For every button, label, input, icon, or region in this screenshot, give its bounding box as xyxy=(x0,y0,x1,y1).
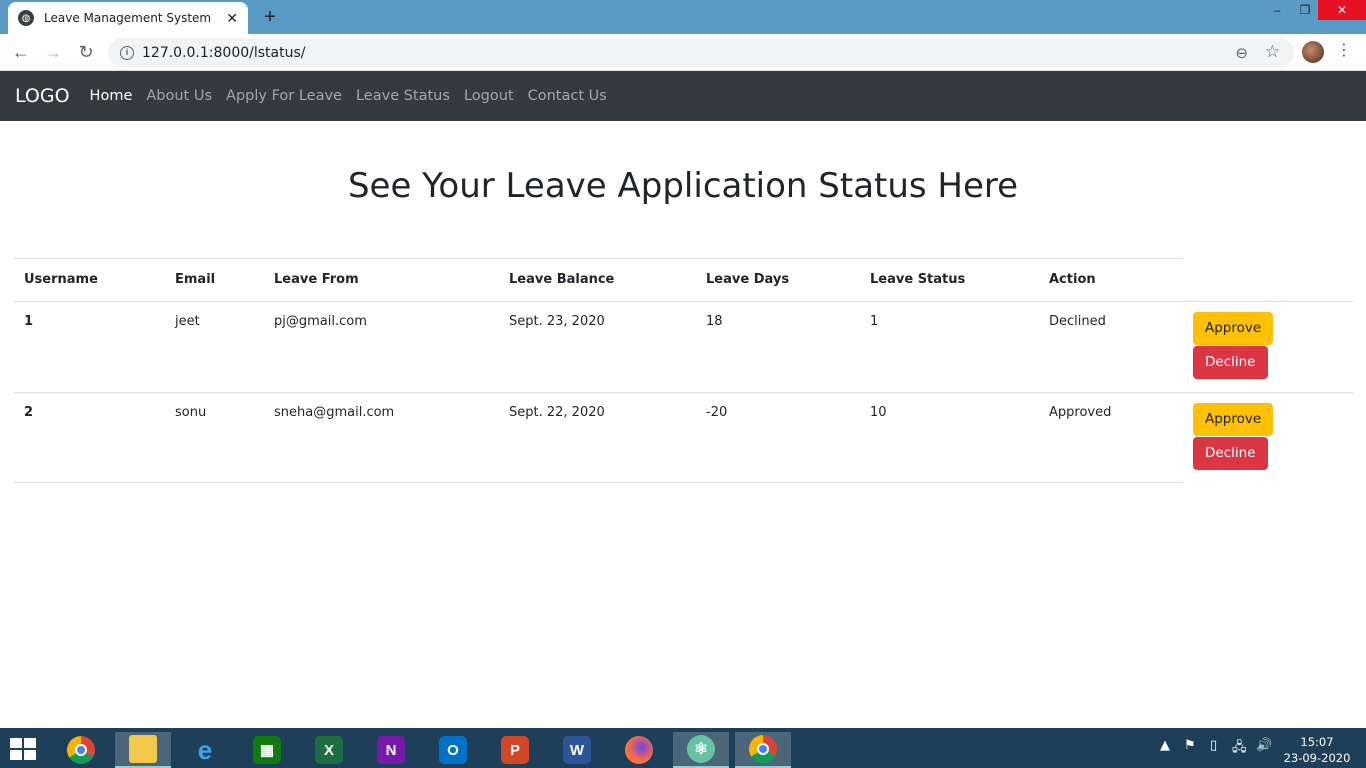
row-days: 10 xyxy=(860,392,1039,483)
chrome-icon[interactable] xyxy=(53,732,109,768)
firefox-icon[interactable] xyxy=(611,732,667,768)
row-email: sneha@gmail.com xyxy=(264,392,499,483)
nav-logout[interactable]: Logout xyxy=(464,88,514,104)
header-email: Email xyxy=(165,259,264,302)
network-icon[interactable]: 🖧 xyxy=(1232,738,1247,760)
row-days: 1 xyxy=(860,301,1039,393)
tray-flag-icon[interactable]: ⚑ xyxy=(1184,738,1196,753)
table-row: 2 sonu sneha@gmail.com Sept. 22, 2020 -2… xyxy=(14,392,1353,483)
row-username: sonu xyxy=(165,392,264,483)
back-icon[interactable]: ← xyxy=(9,40,33,64)
brand-logo[interactable]: LOGO xyxy=(15,85,70,107)
row-id: 1 xyxy=(14,301,165,393)
atom-icon[interactable]: ⚛ xyxy=(673,732,729,768)
file-explorer-icon[interactable] xyxy=(115,732,171,768)
header-username: Username xyxy=(14,259,165,302)
approve-button[interactable]: Approve xyxy=(1193,311,1274,345)
bookmark-star-icon[interactable]: ☆ xyxy=(1265,42,1280,62)
volume-icon[interactable]: 🔊 xyxy=(1256,738,1272,753)
row-email: pj@gmail.com xyxy=(264,301,499,393)
system-clock[interactable]: 15:07 23-09-2020 xyxy=(1282,734,1352,766)
url-text[interactable]: 127.0.0.1:8000/lstatus/ xyxy=(142,45,305,61)
row-balance: 18 xyxy=(696,301,860,393)
header-leave-status: Leave Status xyxy=(860,259,1039,302)
url-bar[interactable]: i 127.0.0.1:8000/lstatus/ ⊖ ☆ xyxy=(108,38,1294,67)
new-tab-button[interactable]: + xyxy=(258,5,282,29)
row-leave-from: Sept. 23, 2020 xyxy=(499,301,696,393)
nav-contact-us[interactable]: Contact Us xyxy=(528,88,607,104)
page-title: See Your Leave Application Status Here xyxy=(347,166,1019,206)
table-row: 1 jeet pj@gmail.com Sept. 23, 2020 18 1 … xyxy=(14,301,1353,393)
outlook-icon[interactable]: O xyxy=(425,732,481,768)
browser-tab-bar: ◍ Leave Management System ✕ + – ❐ ✕ xyxy=(0,0,1366,34)
tab-close-icon[interactable]: ✕ xyxy=(226,10,238,27)
browser-tab[interactable]: ◍ Leave Management System ✕ xyxy=(8,2,248,34)
approve-button[interactable]: Approve xyxy=(1193,402,1274,436)
excel-icon[interactable]: X xyxy=(301,732,357,768)
word-icon[interactable]: W xyxy=(549,732,605,768)
forward-icon[interactable]: → xyxy=(41,40,65,64)
tab-title: Leave Management System xyxy=(44,11,212,25)
minimize-button[interactable]: – xyxy=(1262,0,1292,20)
zoom-icon[interactable]: ⊖ xyxy=(1235,44,1248,62)
leave-status-table: Username Email Leave From Leave Balance … xyxy=(14,259,1353,483)
onenote-icon[interactable]: N xyxy=(363,732,419,768)
battery-icon[interactable]: ▯ xyxy=(1210,738,1217,753)
row-id: 2 xyxy=(14,392,165,483)
profile-avatar[interactable] xyxy=(1302,41,1324,63)
address-toolbar: ← → ↻ i 127.0.0.1:8000/lstatus/ ⊖ ☆ xyxy=(0,34,1366,71)
row-username: jeet xyxy=(165,301,264,393)
clock-time: 15:07 xyxy=(1300,735,1334,749)
table-header-row: Username Email Leave From Leave Balance … xyxy=(14,259,1353,302)
menu-kebab-icon[interactable]: ⋮ xyxy=(1336,40,1352,60)
windows-start-icon[interactable] xyxy=(10,738,38,760)
nav-apply-for-leave[interactable]: Apply For Leave xyxy=(226,88,342,104)
decline-button[interactable]: Decline xyxy=(1193,436,1268,470)
tray-chevron-icon[interactable]: ▲ xyxy=(1160,738,1170,753)
row-actions: Approve Decline xyxy=(1183,392,1353,483)
row-status: Declined xyxy=(1039,301,1183,393)
decline-button[interactable]: Decline xyxy=(1193,345,1268,379)
app-navbar: LOGO Home About Us Apply For Leave Leave… xyxy=(0,71,1366,121)
header-leave-balance: Leave Balance xyxy=(499,259,696,302)
header-blank xyxy=(1183,259,1353,302)
row-actions: Approve Decline xyxy=(1183,301,1353,393)
row-status: Approved xyxy=(1039,392,1183,483)
globe-icon: ◍ xyxy=(18,10,34,26)
header-action: Action xyxy=(1039,259,1183,302)
clock-date: 23-09-2020 xyxy=(1283,751,1351,765)
nav-home[interactable]: Home xyxy=(90,88,133,104)
header-leave-days: Leave Days xyxy=(696,259,860,302)
row-leave-from: Sept. 22, 2020 xyxy=(499,392,696,483)
nav-about-us[interactable]: About Us xyxy=(146,88,212,104)
store-icon[interactable]: ▦ xyxy=(239,732,295,768)
row-balance: -20 xyxy=(696,392,860,483)
internet-explorer-icon[interactable]: e xyxy=(177,732,233,768)
nav-leave-status[interactable]: Leave Status xyxy=(356,88,450,104)
reload-icon[interactable]: ↻ xyxy=(74,40,98,64)
window-close-button[interactable]: ✕ xyxy=(1318,0,1366,20)
restore-button[interactable]: ❐ xyxy=(1290,0,1320,20)
powerpoint-icon[interactable]: P xyxy=(487,732,543,768)
info-icon[interactable]: i xyxy=(120,45,134,60)
chrome-active-icon[interactable] xyxy=(735,732,791,768)
header-leave-from: Leave From xyxy=(264,259,499,302)
